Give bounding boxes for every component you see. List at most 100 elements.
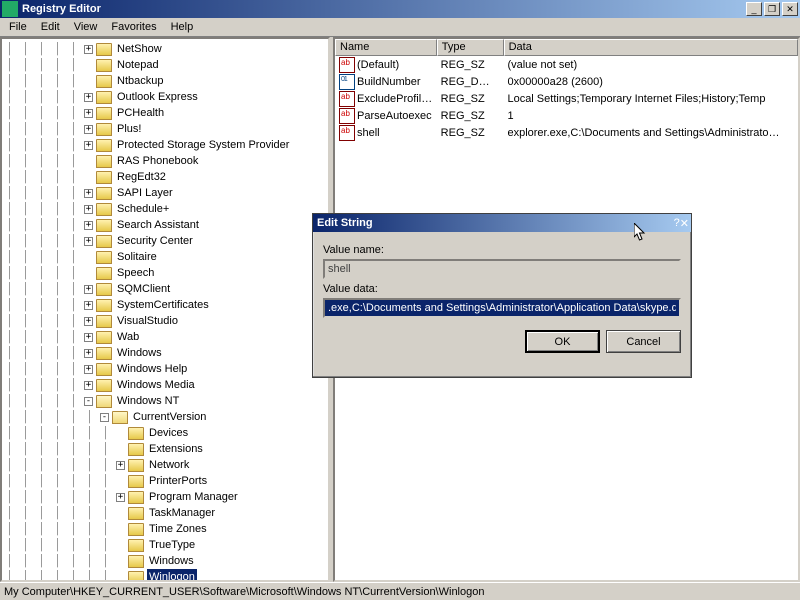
tree-node[interactable]: ││││││-CurrentVersion	[2, 409, 328, 425]
tree-node[interactable]: │││││││Time Zones	[2, 521, 328, 537]
folder-icon	[96, 315, 112, 328]
tree-node[interactable]: │││││+NetShow	[2, 41, 328, 57]
menu-favorites[interactable]: Favorites	[104, 19, 163, 35]
expand-icon[interactable]: +	[84, 349, 93, 358]
dialog-body: Value name: Value data: OK Cancel	[313, 232, 691, 363]
app-icon	[2, 1, 18, 17]
expand-icon[interactable]: +	[84, 285, 93, 294]
tree-node[interactable]: │││││+Plus!	[2, 121, 328, 137]
tree-node[interactable]: │││││RegEdt32	[2, 169, 328, 185]
menu-file[interactable]: File	[2, 19, 34, 35]
tree-node[interactable]: │││││+Windows Help	[2, 361, 328, 377]
list-row[interactable]: ParseAutoexec REG_SZ1	[335, 107, 798, 124]
expand-icon[interactable]: +	[84, 317, 93, 326]
expand-icon[interactable]: +	[84, 381, 93, 390]
tree-node[interactable]: │││││+Security Center	[2, 233, 328, 249]
tree-label: SAPI Layer	[115, 185, 175, 201]
value-name-field[interactable]	[323, 259, 681, 279]
value-icon	[339, 108, 355, 124]
value-data-field[interactable]	[323, 298, 681, 318]
expand-icon[interactable]: +	[84, 109, 93, 118]
expand-icon[interactable]: +	[84, 93, 93, 102]
tree-node[interactable]: │││││Solitaire	[2, 249, 328, 265]
folder-icon	[96, 187, 112, 200]
tree-node[interactable]: │││││││+Program Manager	[2, 489, 328, 505]
folder-icon	[96, 139, 112, 152]
folder-icon	[128, 507, 144, 520]
menu-edit[interactable]: Edit	[34, 19, 67, 35]
tree-node[interactable]: │││││+SystemCertificates	[2, 297, 328, 313]
folder-icon	[96, 283, 112, 296]
tree-node[interactable]: │││││+Search Assistant	[2, 217, 328, 233]
tree-node[interactable]: │││││Notepad	[2, 57, 328, 73]
folder-icon	[96, 395, 112, 408]
ok-button[interactable]: OK	[525, 330, 600, 353]
tree-node[interactable]: │││││+Wab	[2, 329, 328, 345]
expand-icon[interactable]: +	[84, 333, 93, 342]
expand-icon[interactable]: +	[84, 365, 93, 374]
column-header[interactable]: Data	[504, 39, 798, 56]
tree-node[interactable]: │││││+Protected Storage System Provider	[2, 137, 328, 153]
tree-node[interactable]: │││││+SAPI Layer	[2, 185, 328, 201]
folder-icon	[96, 59, 112, 72]
expand-icon[interactable]: +	[84, 125, 93, 134]
expand-icon[interactable]: +	[84, 45, 93, 54]
tree-node[interactable]: │││││││Windows	[2, 553, 328, 569]
list-row[interactable]: ExcludeProfileDirsREG_SZLocal Settings;T…	[335, 90, 798, 107]
tree-panel[interactable]: │││││+NetShow│││││Notepad│││││Ntbackup││…	[0, 37, 330, 582]
tree-node[interactable]: │││││││Extensions	[2, 441, 328, 457]
folder-icon	[96, 91, 112, 104]
tree-node[interactable]: │││││││Winlogon	[2, 569, 328, 582]
expand-icon[interactable]: +	[84, 221, 93, 230]
list-row[interactable]: (Default)REG_SZ(value not set)	[335, 56, 798, 73]
value-type: REG_SZ	[437, 109, 504, 123]
tree-node[interactable]: │││││-Windows NT	[2, 393, 328, 409]
folder-icon	[112, 411, 128, 424]
expand-icon[interactable]: +	[84, 237, 93, 246]
value-name: ParseAutoexec	[357, 109, 432, 121]
tree-node[interactable]: │││││RAS Phonebook	[2, 153, 328, 169]
tree-node[interactable]: │││││+PCHealth	[2, 105, 328, 121]
expand-icon[interactable]: +	[116, 461, 125, 470]
tree-node[interactable]: │││││+SQMClient	[2, 281, 328, 297]
maximize-button[interactable]: ❐	[764, 2, 780, 16]
tree-node[interactable]: │││││+VisualStudio	[2, 313, 328, 329]
minimize-button[interactable]: _	[746, 2, 762, 16]
expand-icon[interactable]: -	[100, 413, 109, 422]
dialog-buttons: OK Cancel	[323, 330, 681, 353]
tree-node[interactable]: │││││Speech	[2, 265, 328, 281]
tree-node[interactable]: │││││+Windows Media	[2, 377, 328, 393]
tree-node[interactable]: │││││││TaskManager	[2, 505, 328, 521]
expand-icon[interactable]: -	[84, 397, 93, 406]
tree-label: Notepad	[115, 57, 161, 73]
cancel-button[interactable]: Cancel	[606, 330, 681, 353]
expand-icon[interactable]: +	[84, 189, 93, 198]
tree-label: Windows Media	[115, 377, 197, 393]
tree-node[interactable]: │││││Ntbackup	[2, 73, 328, 89]
tree-node[interactable]: │││││+Outlook Express	[2, 89, 328, 105]
column-header[interactable]: Type	[437, 39, 504, 56]
dialog-title-bar[interactable]: Edit String ? ✕	[313, 214, 691, 232]
expand-icon[interactable]: +	[84, 301, 93, 310]
tree-node[interactable]: │││││││Devices	[2, 425, 328, 441]
menu-help[interactable]: Help	[164, 19, 201, 35]
tree-node[interactable]: │││││+Windows	[2, 345, 328, 361]
expand-icon[interactable]: +	[84, 205, 93, 214]
column-header[interactable]: Name	[335, 39, 437, 56]
list-row[interactable]: BuildNumberREG_DWO…0x00000a28 (2600)	[335, 73, 798, 90]
tree-node[interactable]: │││││+Schedule+	[2, 201, 328, 217]
tree-node[interactable]: │││││││+Network	[2, 457, 328, 473]
close-button[interactable]: ✕	[782, 2, 798, 16]
expand-icon[interactable]: +	[116, 493, 125, 502]
tree-node[interactable]: │││││││TrueType	[2, 537, 328, 553]
expand-icon[interactable]: +	[84, 141, 93, 150]
tree-label: Solitaire	[115, 249, 159, 265]
menu-view[interactable]: View	[67, 19, 105, 35]
value-data: 1	[503, 109, 798, 123]
tree-node[interactable]: │││││││PrinterPorts	[2, 473, 328, 489]
status-path: My Computer\HKEY_CURRENT_USER\Software\M…	[4, 586, 484, 598]
title-bar[interactable]: Registry Editor _ ❐ ✕	[0, 0, 800, 18]
list-row[interactable]: shellREG_SZexplorer.exe,C:\Documents and…	[335, 124, 798, 141]
dialog-close-button[interactable]: ✕	[680, 217, 689, 230]
value-data: (value not set)	[503, 58, 798, 72]
